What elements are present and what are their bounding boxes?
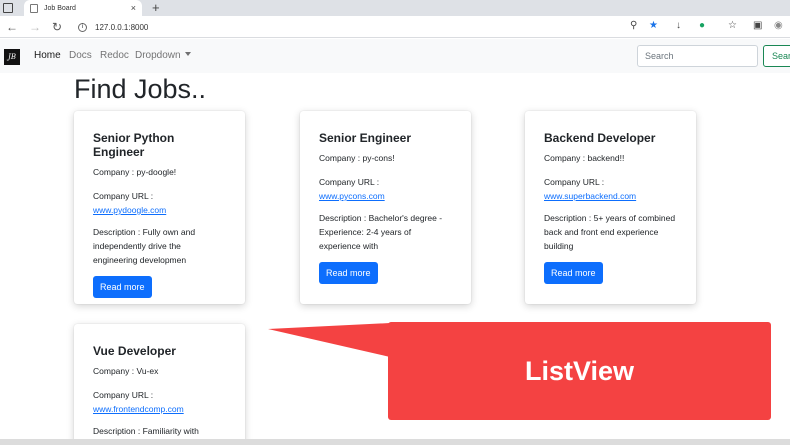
window-bottom-edge bbox=[0, 439, 790, 445]
job-url-link[interactable]: www.pydoogle.com bbox=[93, 203, 227, 217]
page-title: Find Jobs.. bbox=[74, 74, 207, 104]
nav-link-home[interactable]: Home bbox=[34, 50, 61, 61]
download-icon[interactable]: ↓ bbox=[676, 20, 681, 31]
job-title: Senior Engineer bbox=[319, 131, 412, 145]
job-url-label: Company URL : bbox=[93, 191, 154, 201]
callout-pointer bbox=[268, 323, 390, 357]
address-bar[interactable]: i 127.0.0.1:8000 bbox=[74, 19, 674, 35]
zoom-icon[interactable]: ⚲ bbox=[630, 20, 637, 31]
job-company: Company : py-cons! bbox=[319, 153, 395, 163]
callout-label: ListView bbox=[388, 322, 771, 420]
nav-dropdown-label: Dropdown bbox=[135, 50, 181, 61]
address-url[interactable]: 127.0.0.1:8000 bbox=[95, 23, 148, 32]
job-title: Vue Developer bbox=[93, 344, 176, 358]
job-company: Company : py-doogle! bbox=[93, 167, 177, 177]
job-card: Vue Developer Company : Vu-ex Company UR… bbox=[74, 324, 245, 445]
tab-title: Job Board bbox=[44, 4, 76, 12]
read-more-button[interactable]: Read more bbox=[544, 262, 603, 284]
job-company: Company : backend!! bbox=[544, 153, 625, 163]
job-company: Company : Vu-ex bbox=[93, 366, 159, 376]
nav-dropdown[interactable]: Dropdown bbox=[135, 50, 191, 61]
collections-icon[interactable]: ▣ bbox=[753, 20, 762, 31]
job-card: Backend Developer Company : backend!! Co… bbox=[525, 111, 696, 304]
job-url-label: Company URL : bbox=[319, 177, 380, 187]
tab-close-icon[interactable]: × bbox=[131, 3, 136, 13]
forward-arrow-icon[interactable]: → bbox=[29, 18, 41, 36]
reload-icon[interactable]: ↻ bbox=[52, 18, 62, 36]
window-menu-icon[interactable] bbox=[3, 3, 13, 13]
job-url-link[interactable]: www.frontendcomp.com bbox=[93, 402, 227, 416]
bookmark-star-icon[interactable]: ★ bbox=[649, 20, 658, 31]
job-title: Backend Developer bbox=[544, 131, 656, 145]
read-more-button[interactable]: Read more bbox=[93, 276, 152, 298]
profile-avatar[interactable]: ◉ bbox=[774, 20, 783, 31]
job-title: Senior Python Engineer bbox=[93, 131, 175, 159]
job-url-label: Company URL : bbox=[544, 177, 605, 187]
job-description: Description : Fully own and independentl… bbox=[93, 227, 196, 265]
navbar: JB Home Docs Redoc Dropdown Search bbox=[0, 39, 790, 73]
nav-link-redoc[interactable]: Redoc bbox=[100, 50, 129, 61]
read-more-button[interactable]: Read more bbox=[319, 262, 378, 284]
page-favicon-icon bbox=[30, 3, 38, 13]
back-arrow-icon[interactable]: ← bbox=[6, 18, 18, 36]
search-button[interactable]: Search bbox=[763, 45, 790, 67]
job-description: Description : Familiarity with bbox=[93, 426, 199, 436]
brand-logo[interactable]: JB bbox=[4, 49, 20, 65]
new-tab-icon[interactable]: + bbox=[152, 0, 160, 16]
browser-tab-strip: Job Board × + bbox=[0, 0, 790, 16]
job-description: Description : Bachelor's degree - Experi… bbox=[319, 213, 443, 251]
search-input[interactable] bbox=[637, 45, 758, 67]
site-info-icon[interactable]: i bbox=[78, 22, 87, 32]
job-card: Senior Python Engineer Company : py-doog… bbox=[74, 111, 245, 304]
job-card: Senior Engineer Company : py-cons! Compa… bbox=[300, 111, 471, 304]
job-url-label: Company URL : bbox=[93, 390, 154, 400]
browser-toolbar: ← → ↻ i 127.0.0.1:8000 ⚲ ★ ↓ ● ☆ ▣ ◉ bbox=[0, 16, 790, 38]
favorites-icon[interactable]: ☆ bbox=[728, 20, 737, 31]
job-url-link[interactable]: www.superbackend.com bbox=[544, 189, 678, 203]
job-url-link[interactable]: www.pycons.com bbox=[319, 189, 453, 203]
caret-down-icon bbox=[184, 52, 191, 56]
extension-icon[interactable]: ● bbox=[699, 20, 705, 31]
nav-link-docs[interactable]: Docs bbox=[69, 50, 92, 61]
browser-tab[interactable]: Job Board × bbox=[24, 0, 142, 16]
job-description: Description : 5+ years of combined back … bbox=[544, 213, 676, 251]
